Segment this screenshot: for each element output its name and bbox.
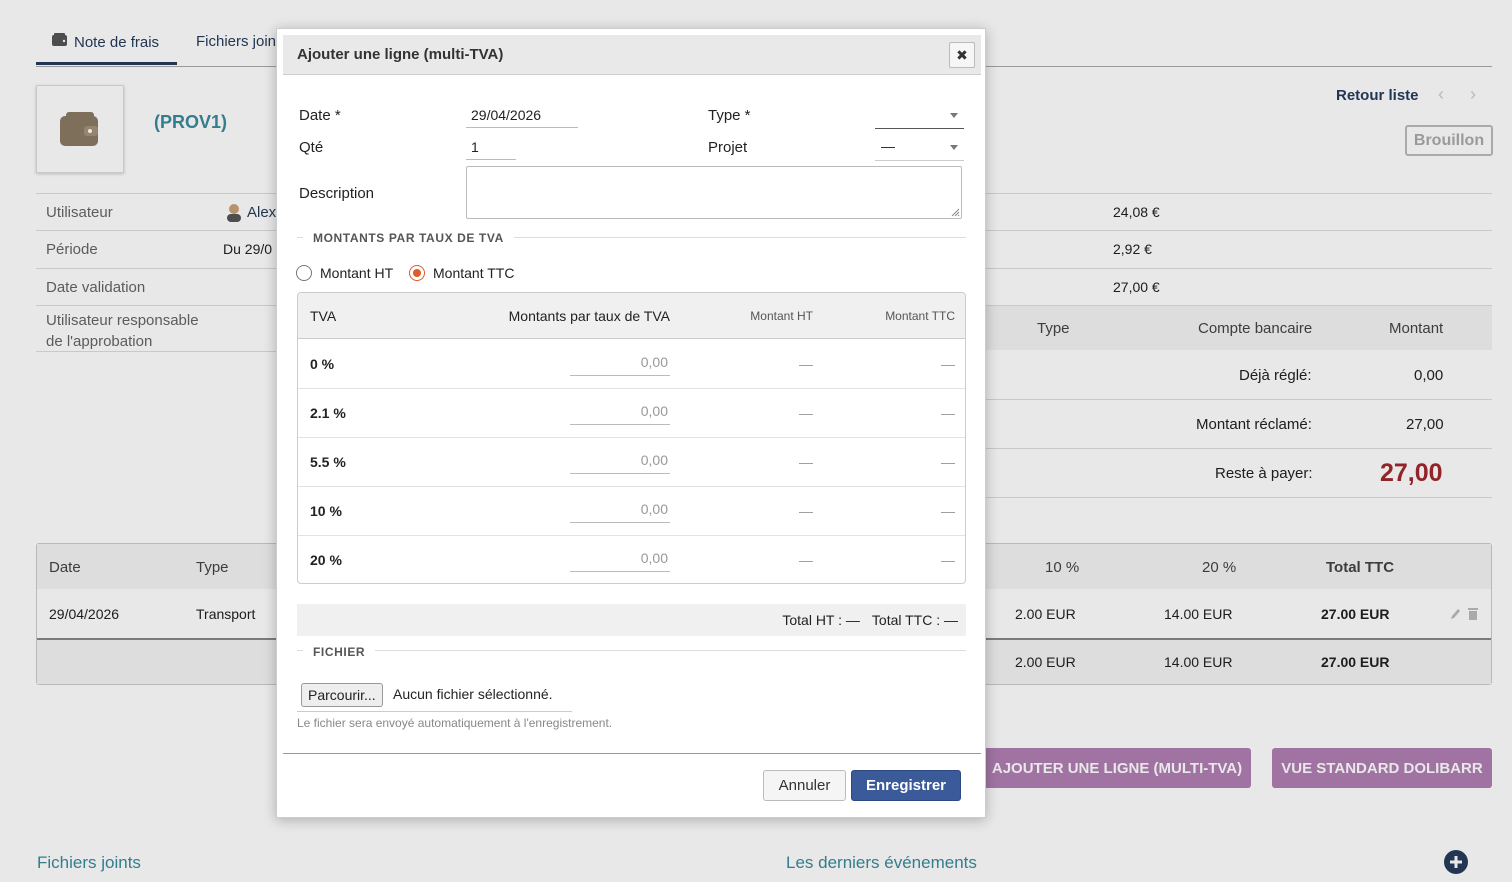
type-select[interactable] xyxy=(875,101,964,129)
vat-amount-input[interactable]: 0,00 xyxy=(570,546,670,572)
add-line-dialog: Ajouter une ligne (multi-TVA) ✖ Date * 2… xyxy=(276,28,986,818)
vat-col-ttc: Montant TTC xyxy=(885,309,955,323)
close-icon[interactable]: ✖ xyxy=(949,42,975,68)
vat-row: 10 % 0,00 — — xyxy=(298,487,965,536)
vat-row: 2.1 % 0,00 — — xyxy=(298,389,965,438)
file-section-title: FICHIER xyxy=(303,645,376,659)
vat-rate: 20 % xyxy=(310,552,342,568)
vat-amount-input[interactable]: 0,00 xyxy=(570,399,670,425)
project-value: — xyxy=(881,138,895,154)
vat-ht-value: — xyxy=(799,503,813,519)
project-select[interactable]: — xyxy=(875,133,964,161)
vat-row: 20 % 0,00 — — xyxy=(298,536,965,583)
vat-amount-input[interactable]: 0,00 xyxy=(570,448,670,474)
vat-col-ht: Montant HT xyxy=(750,309,813,323)
browse-button[interactable]: Parcourir... xyxy=(301,683,383,707)
cancel-button[interactable]: Annuler xyxy=(763,770,846,801)
dialog-title: Ajouter une ligne (multi-TVA) xyxy=(297,46,504,63)
date-label: Date * xyxy=(299,107,341,124)
radio-ttc-control[interactable] xyxy=(409,265,425,281)
vat-row: 0 % 0,00 — — xyxy=(298,340,965,389)
dialog-header: Ajouter une ligne (multi-TVA) ✖ xyxy=(283,35,981,75)
file-input-underline xyxy=(297,711,572,712)
resize-grip-icon[interactable] xyxy=(951,208,960,217)
vat-ttc-value: — xyxy=(941,503,955,519)
type-label: Type * xyxy=(708,107,751,124)
save-button[interactable]: Enregistrer xyxy=(851,770,961,801)
radio-ttc[interactable]: Montant TTC xyxy=(409,265,514,281)
file-hint: Le fichier sera envoyé automatiquement à… xyxy=(297,716,613,730)
vat-ht-value: — xyxy=(799,552,813,568)
amounts-section-title: MONTANTS PAR TAUX DE TVA xyxy=(303,231,514,245)
total-ttc: Total TTC : — xyxy=(871,612,958,628)
vat-ttc-value: — xyxy=(941,552,955,568)
radio-ht-control[interactable] xyxy=(296,265,312,281)
vat-ttc-value: — xyxy=(941,454,955,470)
vat-col-amounts: Montants par taux de TVA xyxy=(508,308,670,324)
radio-ht[interactable]: Montant HT xyxy=(296,265,393,281)
qty-label: Qté xyxy=(299,139,324,156)
description-label: Description xyxy=(299,185,375,202)
totals-bar: Total HT : — Total TTC : — xyxy=(297,604,966,636)
vat-amount-input[interactable]: 0,00 xyxy=(570,350,670,376)
vat-ht-value: — xyxy=(799,405,813,421)
vat-rate: 0 % xyxy=(310,356,335,372)
vat-ht-value: — xyxy=(799,454,813,470)
vat-amount-input[interactable]: 0,00 xyxy=(570,497,670,523)
total-ht: Total HT : — xyxy=(782,612,860,628)
vat-rate: 5.5 % xyxy=(310,454,346,470)
vat-ht-value: — xyxy=(799,356,813,372)
vat-rate: 2.1 % xyxy=(310,405,346,421)
radio-ttc-label: Montant TTC xyxy=(433,265,515,281)
chevron-down-icon xyxy=(950,145,958,150)
description-textarea[interactable] xyxy=(466,166,962,219)
qty-input[interactable]: 1 xyxy=(466,134,516,160)
vat-col-rate: TVA xyxy=(310,308,337,324)
section-divider xyxy=(297,650,966,651)
vat-row: 5.5 % 0,00 — — xyxy=(298,438,965,487)
radio-ht-label: Montant HT xyxy=(320,265,394,281)
no-file-text: Aucun fichier sélectionné. xyxy=(393,686,553,702)
vat-rate: 10 % xyxy=(310,503,342,519)
vat-ttc-value: — xyxy=(941,356,955,372)
vat-table-header: TVA Montants par taux de TVA Montant HT … xyxy=(298,293,965,339)
chevron-down-icon xyxy=(950,113,958,118)
dialog-footer-divider xyxy=(283,753,981,754)
vat-ttc-value: — xyxy=(941,405,955,421)
project-label: Projet xyxy=(708,139,748,156)
date-input[interactable]: 29/04/2026 xyxy=(466,102,578,128)
vat-table: TVA Montants par taux de TVA Montant HT … xyxy=(297,292,966,584)
